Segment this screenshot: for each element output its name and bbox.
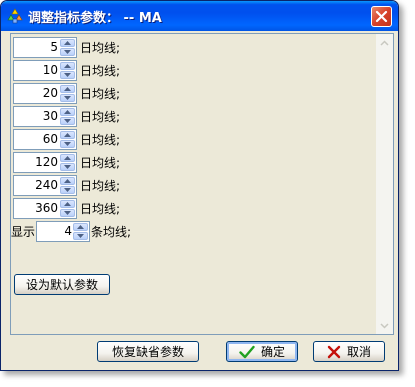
period-value[interactable]: 20: [14, 84, 58, 103]
parameter-panel: 5 日均线; 10 日均线; 20 日均线; 30 日均线; 60 日均线; 1…: [10, 33, 394, 335]
spin-down-button[interactable]: [60, 94, 75, 102]
cancel-label: 取消: [346, 345, 371, 359]
ma-row: 30 日均线;: [13, 106, 120, 127]
ok-label: 确定: [260, 345, 285, 359]
spin-up-button[interactable]: [60, 108, 75, 116]
period-value[interactable]: 240: [14, 176, 58, 195]
app-icon: [7, 8, 23, 24]
ma-row: 60 日均线;: [13, 129, 120, 150]
chevron-down-icon: [64, 73, 71, 77]
period-label: 日均线;: [80, 41, 121, 55]
display-suffix-label: 条均线;: [91, 225, 132, 239]
ma-row: 10 日均线;: [13, 60, 120, 81]
period-value[interactable]: 10: [14, 61, 58, 80]
period-spinner[interactable]: 20: [13, 83, 77, 104]
line-count-value[interactable]: 4: [37, 222, 72, 241]
chevron-down-icon: [64, 50, 71, 54]
scroll-down-button[interactable]: [376, 317, 393, 334]
chevron-down-icon: [64, 188, 71, 192]
period-label: 日均线;: [80, 133, 121, 147]
period-label: 日均线;: [80, 64, 121, 78]
period-value[interactable]: 30: [14, 107, 58, 126]
chevron-up-icon: [64, 156, 71, 160]
ma-row: 360 日均线;: [13, 198, 120, 219]
spin-down-button[interactable]: [60, 209, 75, 217]
spin-down-button[interactable]: [73, 232, 89, 240]
set-default-button[interactable]: 设为默认参数: [14, 274, 110, 295]
spin-down-button[interactable]: [60, 71, 75, 79]
chevron-up-icon: [64, 41, 71, 45]
spin-down-button[interactable]: [60, 48, 75, 56]
spin-up-button[interactable]: [60, 200, 75, 208]
chevron-down-icon: [64, 165, 71, 169]
spin-down-button[interactable]: [60, 186, 75, 194]
spin-up-button[interactable]: [60, 154, 75, 162]
ok-button[interactable]: 确定: [226, 341, 298, 362]
spin-up-button[interactable]: [60, 62, 75, 70]
chevron-down-icon: [64, 119, 71, 123]
period-label: 日均线;: [80, 179, 121, 193]
period-spinner[interactable]: 240: [13, 175, 77, 196]
restore-defaults-button[interactable]: 恢复缺省参数: [97, 341, 199, 362]
chevron-up-icon: [64, 87, 71, 91]
spin-down-button[interactable]: [60, 117, 75, 125]
chevron-up-icon: [77, 225, 85, 229]
ma-row: 120 日均线;: [13, 152, 120, 173]
ma-row: 5 日均线;: [13, 37, 120, 58]
close-button[interactable]: [371, 6, 392, 27]
ma-row: 240 日均线;: [13, 175, 120, 196]
period-value[interactable]: 5: [14, 38, 58, 57]
spin-up-button[interactable]: [60, 177, 75, 185]
period-label: 日均线;: [80, 202, 121, 216]
chevron-down-icon: [64, 96, 71, 100]
period-label: 日均线;: [80, 156, 121, 170]
chevron-up-icon: [64, 110, 71, 114]
scroll-up-button[interactable]: [376, 34, 393, 51]
chevron-up-icon: [380, 39, 389, 46]
chevron-up-icon: [64, 179, 71, 183]
spin-up-button[interactable]: [60, 39, 75, 47]
period-spinner[interactable]: 30: [13, 106, 77, 127]
period-spinner[interactable]: 120: [13, 152, 77, 173]
chevron-up-icon: [64, 133, 71, 137]
vertical-scrollbar[interactable]: [376, 34, 393, 334]
period-value[interactable]: 60: [14, 130, 58, 149]
spin-down-button[interactable]: [60, 163, 75, 171]
chevron-down-icon: [64, 211, 71, 215]
period-label: 日均线;: [80, 87, 121, 101]
ma-row: 20 日均线;: [13, 83, 120, 104]
spin-up-button[interactable]: [60, 131, 75, 139]
close-icon: [375, 10, 388, 23]
display-prefix-label: 显示: [11, 225, 36, 239]
spin-up-button[interactable]: [73, 223, 89, 231]
title-bar[interactable]: 调整指标参数： -- MA: [1, 1, 398, 31]
period-spinner[interactable]: 5: [13, 37, 77, 58]
line-count-spinner[interactable]: 4: [36, 221, 91, 242]
dialog-client-area: 5 日均线; 10 日均线; 20 日均线; 30 日均线; 60 日均线; 1…: [5, 31, 394, 366]
cancel-button[interactable]: 取消: [313, 341, 385, 362]
period-value[interactable]: 120: [14, 153, 58, 172]
period-value[interactable]: 360: [14, 199, 58, 218]
dialog-window: 调整指标参数： -- MA 5 日均线; 10 日均线; 20 日均线; 30 …: [0, 0, 399, 371]
chevron-down-icon: [77, 234, 85, 238]
period-spinner[interactable]: 10: [13, 60, 77, 81]
display-count-row: 显示 4 条均线;: [11, 221, 131, 242]
chevron-down-icon: [64, 142, 71, 146]
period-spinner[interactable]: 60: [13, 129, 77, 150]
period-label: 日均线;: [80, 110, 121, 124]
chevron-down-icon: [380, 322, 389, 329]
period-spinner[interactable]: 360: [13, 198, 77, 219]
x-icon: [327, 345, 341, 358]
chevron-up-icon: [64, 202, 71, 206]
window-title: 调整指标参数： -- MA: [28, 11, 162, 26]
spin-down-button[interactable]: [60, 140, 75, 148]
checkmark-icon: [239, 345, 255, 358]
spin-up-button[interactable]: [60, 85, 75, 93]
chevron-up-icon: [64, 64, 71, 68]
